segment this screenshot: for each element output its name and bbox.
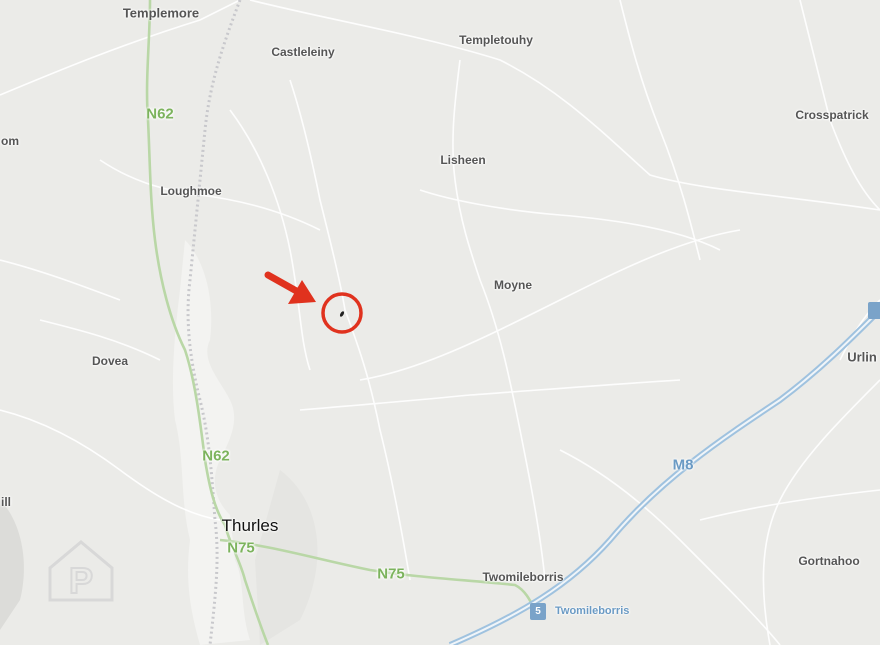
- place-label-om: om: [1, 134, 19, 148]
- place-label-dovea: Dovea: [91, 354, 129, 368]
- place-label-loughmoe: Loughmoe: [160, 184, 222, 198]
- exit-name-label: Twomileborris: [555, 605, 630, 617]
- road-label-n75-east: N75: [377, 565, 405, 583]
- road-label-n62-south: N62: [202, 447, 230, 465]
- svg-text:P: P: [69, 560, 93, 601]
- place-label-thurles: Thurles: [221, 516, 279, 535]
- place-label-gortnahoo: Gortnahoo: [798, 554, 860, 568]
- place-label-ill: ill: [0, 495, 12, 509]
- map-canvas[interactable]: P Templemore Castleleiny Templetouhy Cro…: [0, 0, 880, 645]
- location-marker[interactable]: [321, 292, 363, 334]
- place-label-moyne: Moyne: [493, 278, 533, 292]
- place-label-castleleiny: Castleleiny: [271, 45, 335, 59]
- place-label-urlin: Urlin: [847, 349, 877, 365]
- exit-number-badge: 5: [530, 603, 546, 620]
- pointer-arrow: [264, 271, 316, 304]
- road-m8: [448, 307, 880, 645]
- place-label-lisheen: Lisheen: [440, 153, 486, 167]
- terrain-shade: [255, 470, 318, 645]
- map-base: [0, 0, 880, 645]
- watermark-logo-icon: P: [46, 538, 116, 604]
- road-label-m8: M8: [672, 456, 694, 474]
- place-label-templetouhy: Templetouhy: [459, 33, 533, 47]
- road-label-n62-north: N62: [146, 105, 174, 123]
- place-label-templemore: Templemore: [122, 5, 200, 21]
- place-label-crosspatrick: Crosspatrick: [795, 108, 869, 122]
- urban-area: [172, 240, 250, 645]
- place-label-twomileborris: Twomileborris: [482, 570, 564, 584]
- terrain-shade: [0, 500, 24, 630]
- road-label-n75-west: N75: [227, 539, 255, 557]
- exit-badge-edge: [868, 302, 880, 319]
